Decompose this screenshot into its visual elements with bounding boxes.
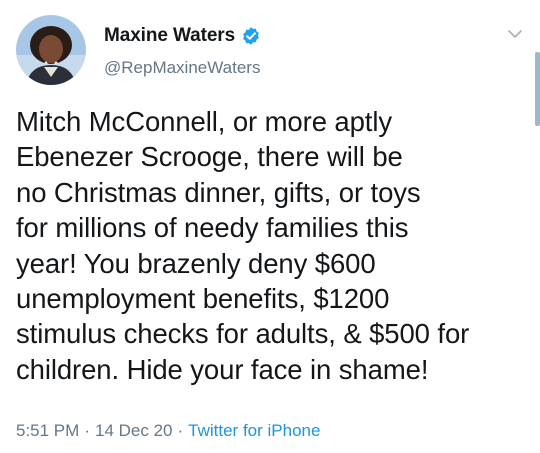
tweet-meta: 5:51 PM · 14 Dec 20 · Twitter for iPhone (16, 420, 320, 442)
chevron-down-icon[interactable] (507, 28, 523, 40)
author-row: Maxine Waters (104, 24, 261, 48)
tweet-card: Maxine Waters @RepMaxineWaters Mitch McC… (0, 0, 540, 453)
tweet-text: Mitch McConnell, or more aptly Ebenezer … (16, 106, 470, 385)
avatar-image (16, 15, 86, 85)
tweet-source-link[interactable]: Twitter for iPhone (188, 421, 320, 441)
verified-badge-icon (243, 27, 259, 45)
meta-separator: · (177, 421, 184, 440)
avatar[interactable] (16, 15, 86, 85)
meta-separator: · (84, 421, 90, 440)
author-display-name[interactable]: Maxine Waters (104, 25, 235, 47)
tweet-date[interactable]: 14 Dec 20 (95, 421, 173, 441)
tweet-time[interactable]: 5:51 PM (16, 421, 79, 441)
author-handle[interactable]: @RepMaxineWaters (104, 58, 260, 78)
scrollbar[interactable] (535, 52, 540, 126)
